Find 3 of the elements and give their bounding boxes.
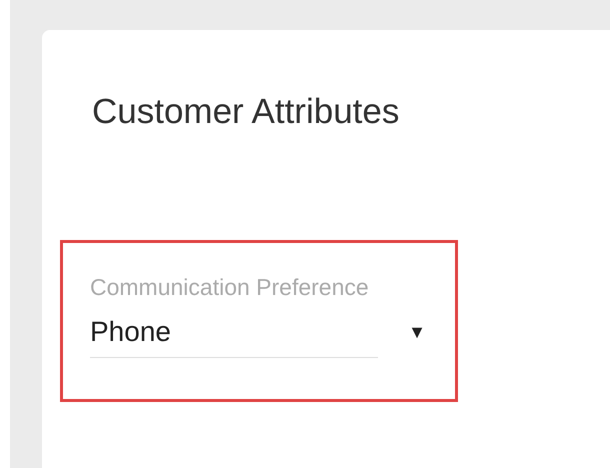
dropdown-field[interactable]: Phone ▼	[90, 315, 426, 349]
card-title: Customer Attributes	[92, 92, 400, 132]
field-label: Communication Preference	[90, 273, 370, 301]
